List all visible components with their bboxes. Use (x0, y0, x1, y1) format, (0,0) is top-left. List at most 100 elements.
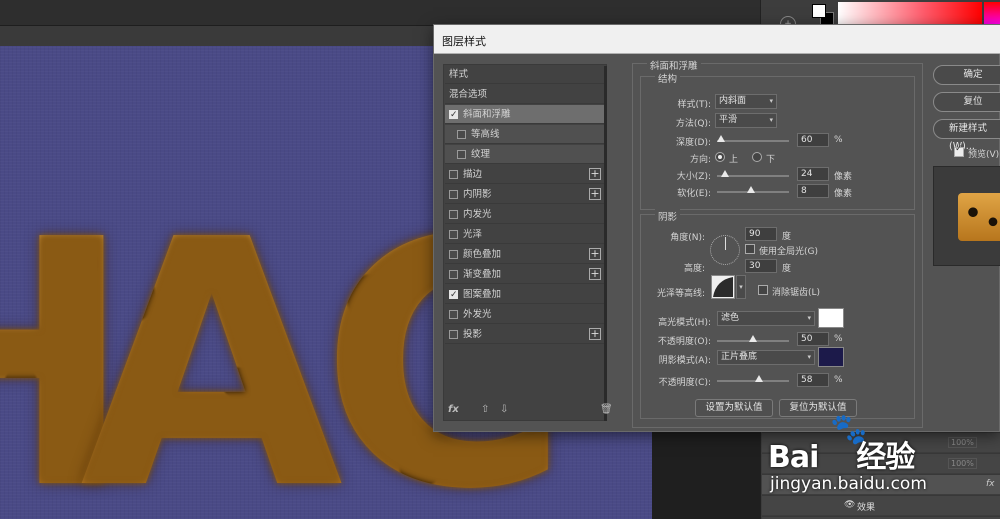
preview-label: 预览(V) (968, 150, 1000, 160)
style-item-checkbox[interactable] (449, 210, 458, 219)
highlight-mode-select[interactable]: 滤色 ▾ (717, 311, 815, 326)
contour-dropdown[interactable]: ▾ (736, 275, 746, 299)
technique-label: 方法(Q): (675, 119, 711, 129)
highlight-opacity-knob[interactable] (749, 335, 757, 342)
depth-slider-knob[interactable] (717, 135, 725, 142)
size-slider[interactable] (717, 170, 789, 177)
shadow-mode-value: 正片叠底 (721, 352, 758, 362)
style-item-checkbox[interactable] (449, 270, 458, 279)
highlight-opacity-input[interactable]: 50 (797, 332, 829, 346)
add-effect-icon[interactable]: + (589, 248, 601, 260)
style-item-checkbox[interactable] (449, 190, 458, 199)
size-slider-knob[interactable] (721, 170, 729, 177)
style-item[interactable]: 渐变叠加 + (445, 265, 605, 284)
add-effect-icon[interactable]: + (589, 188, 601, 200)
style-item-checkbox[interactable] (449, 310, 458, 319)
chevron-down-icon: ▾ (769, 116, 773, 124)
highlight-mode-value: 滤色 (721, 313, 740, 323)
preview-checkbox[interactable] (954, 144, 964, 157)
style-item[interactable]: 内发光 (445, 205, 605, 224)
style-list: 样式 混合选项 斜面和浮雕等高线纹理描边 + 内阴影 + 内发光光泽颜色叠加 + 渐变叠加 +… (443, 64, 607, 421)
technique-select[interactable]: 平滑 ▾ (715, 113, 777, 128)
style-item-checkbox[interactable] (449, 106, 458, 125)
hue-slider[interactable] (984, 2, 1000, 26)
watermark-url: jingyan.baidu.com (770, 474, 927, 494)
shadow-opacity-knob[interactable] (754, 375, 763, 382)
angle-input[interactable]: 90 (745, 227, 777, 241)
style-item-checkbox[interactable] (457, 150, 466, 159)
soften-slider[interactable] (717, 186, 789, 193)
shadow-opacity-input[interactable]: 58 (797, 373, 829, 387)
list-header[interactable]: 样式 (445, 65, 605, 84)
list-scrollbar[interactable] (604, 66, 607, 421)
depth-unit: % (834, 135, 843, 145)
chevron-down-icon: ▾ (739, 283, 743, 291)
style-item-checkbox[interactable] (457, 130, 466, 139)
preview-thumbnail (933, 166, 1000, 266)
foreground-color-swatch[interactable] (812, 4, 826, 18)
altitude-input[interactable]: 30 (745, 259, 777, 273)
style-select[interactable]: 内斜面 ▾ (715, 94, 777, 109)
style-item[interactable]: 光泽 (445, 225, 605, 244)
angle-dial-needle (725, 237, 726, 250)
style-item-checkbox[interactable] (449, 286, 458, 305)
shadow-color-swatch[interactable] (818, 347, 844, 367)
direction-up-radio[interactable] (715, 152, 725, 162)
style-item-label: 斜面和浮雕 (463, 109, 511, 120)
color-picker-field[interactable] (838, 2, 982, 26)
global-light-label: 使用全局光(G) (759, 247, 818, 257)
make-default-button[interactable]: 设置为默认值 (695, 399, 773, 417)
size-input[interactable]: 24 (797, 167, 829, 181)
dialog-titlebar[interactable]: 图层样式 (434, 25, 1000, 54)
blend-options-label: 混合选项 (449, 89, 488, 100)
add-effect-icon[interactable]: + (589, 268, 601, 280)
direction-down-radio[interactable] (752, 152, 762, 162)
shadow-opacity-slider[interactable] (717, 375, 789, 382)
depth-label: 深度(D): (676, 138, 711, 148)
shadow-mode-select[interactable]: 正片叠底 ▾ (717, 350, 815, 365)
depth-slider[interactable] (717, 135, 789, 142)
style-item-label: 内阴影 (463, 189, 492, 200)
trash-icon[interactable]: 🗑 (600, 404, 613, 415)
gloss-contour-preview[interactable] (711, 275, 735, 299)
blend-options-item[interactable]: 混合选项 (445, 85, 605, 104)
soften-slider-knob[interactable] (747, 186, 755, 193)
style-item-checkbox[interactable] (449, 330, 458, 339)
fx-menu-button[interactable]: fx (448, 404, 459, 415)
style-item-checkbox[interactable] (449, 230, 458, 239)
anti-alias-checkbox[interactable] (758, 285, 768, 295)
style-item-checkbox[interactable] (449, 170, 458, 179)
add-effect-icon[interactable]: + (589, 328, 601, 340)
new-style-button[interactable]: 新建样式(W)... (933, 119, 1000, 152)
ok-button[interactable]: 确定 (933, 65, 1000, 85)
style-item[interactable]: 斜面和浮雕 (445, 105, 605, 125)
style-item[interactable]: 投影 + (445, 325, 605, 344)
style-select-value: 内斜面 (719, 96, 747, 106)
style-item[interactable]: 内阴影 + (445, 185, 605, 204)
style-label: 样式(T): (677, 100, 711, 110)
style-item-checkbox[interactable] (449, 250, 458, 259)
soften-input[interactable]: 8 (797, 184, 829, 198)
global-light-checkbox[interactable] (745, 244, 755, 254)
style-item[interactable]: 纹理 (445, 145, 605, 164)
shading-title: 阴影 (655, 209, 681, 223)
document-tab-strip (0, 26, 440, 46)
highlight-opacity-slider[interactable] (717, 335, 789, 342)
style-item[interactable]: 外发光 (445, 305, 605, 324)
layer-style-dialog: 图层样式 样式 混合选项 斜面和浮雕等高线纹理描边 + 内阴影 + 内发光光泽颜色叠加 +… (433, 24, 1000, 432)
highlight-color-swatch[interactable] (818, 308, 844, 328)
style-item[interactable]: 等高线 (445, 125, 605, 144)
style-item[interactable]: 图案叠加 (445, 285, 605, 305)
add-effect-icon[interactable]: + (589, 168, 601, 180)
depth-input[interactable]: 60 (797, 133, 829, 147)
altitude-unit: 度 (782, 264, 792, 274)
list-header-label: 样式 (449, 69, 469, 80)
reset-button[interactable]: 复位 (933, 92, 1000, 112)
direction-down-label: 下 (766, 155, 776, 165)
angle-dial[interactable] (710, 235, 740, 265)
move-down-icon[interactable]: ⇩ (500, 404, 508, 415)
move-up-icon[interactable]: ⇧ (481, 404, 489, 415)
style-item-label: 外发光 (463, 309, 492, 320)
style-item[interactable]: 颜色叠加 + (445, 245, 605, 264)
style-item[interactable]: 描边 + (445, 165, 605, 184)
